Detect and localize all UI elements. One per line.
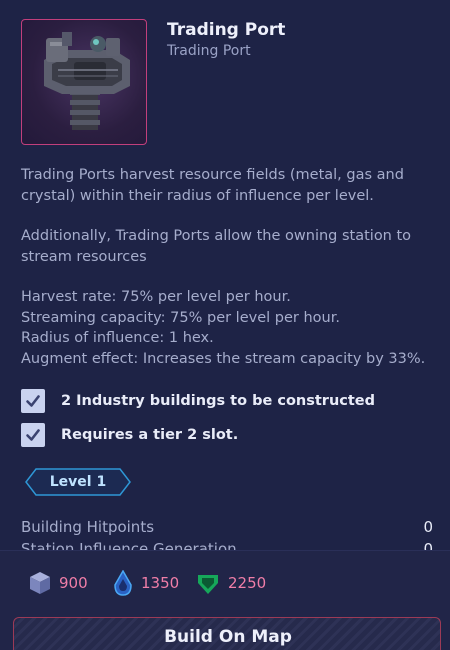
requirement-label: 2 Industry buildings to be constructed: [61, 393, 376, 409]
stat-row-value: 0: [423, 540, 433, 550]
stat-radius: Radius of influence: 1 hex.: [21, 330, 214, 346]
building-info-panel: Trading Port Trading Port Trading Ports …: [0, 0, 450, 550]
stat-row-label: Station Influence Generation: [21, 540, 237, 550]
requirement-checkbox: [21, 423, 45, 447]
stat-streaming-capacity: Streaming capacity: 75% per level per ho…: [21, 309, 340, 326]
build-on-map-button[interactable]: Build On Map: [13, 617, 441, 650]
stat-row-hitpoints: Building Hitpoints 0: [21, 518, 433, 536]
metal-cube-icon: [30, 572, 50, 594]
trading-port-image: [21, 19, 147, 145]
stat-augment: Augment effect: Increases the stream cap…: [21, 350, 426, 367]
stat-row-label: Building Hitpoints: [21, 518, 155, 536]
trading-port-model-icon: [44, 32, 130, 130]
checkmark-icon: [26, 429, 40, 441]
cost-metal: 900: [29, 571, 88, 595]
crystal-gem-icon: [198, 575, 218, 594]
cost-value: 1350: [141, 574, 180, 592]
stat-row-influence: Station Influence Generation 0: [21, 540, 433, 550]
gas-drop-icon: [114, 570, 132, 596]
description-paragraph: Trading Ports harvest resource fields (m…: [21, 167, 404, 204]
requirement-item: Requires a tier 2 slot.: [21, 423, 238, 447]
description-paragraph: Additionally, Trading Ports allow the ow…: [21, 228, 412, 265]
level-badge: Level 1: [24, 468, 132, 496]
build-button-label: Build On Map: [164, 627, 292, 647]
stat-harvest-rate: Harvest rate: 75% per level per hour.: [21, 289, 291, 305]
building-title: Trading Port: [167, 20, 286, 40]
description-stats: Harvest rate: 75% per level per hour. St…: [21, 287, 431, 369]
requirement-checkbox: [21, 389, 45, 413]
cost-value: 2250: [228, 574, 267, 592]
checkmark-icon: [26, 395, 40, 407]
cost-value: 900: [59, 574, 88, 592]
building-subtitle: Trading Port: [167, 43, 251, 59]
level-label: Level 1: [49, 474, 107, 490]
cost-crystal: 2250: [196, 571, 266, 595]
cost-gas: 1350: [113, 570, 180, 596]
requirement-item: 2 Industry buildings to be constructed: [21, 389, 375, 413]
requirement-label: Requires a tier 2 slot.: [61, 427, 239, 443]
stat-row-value: 0: [423, 518, 433, 536]
